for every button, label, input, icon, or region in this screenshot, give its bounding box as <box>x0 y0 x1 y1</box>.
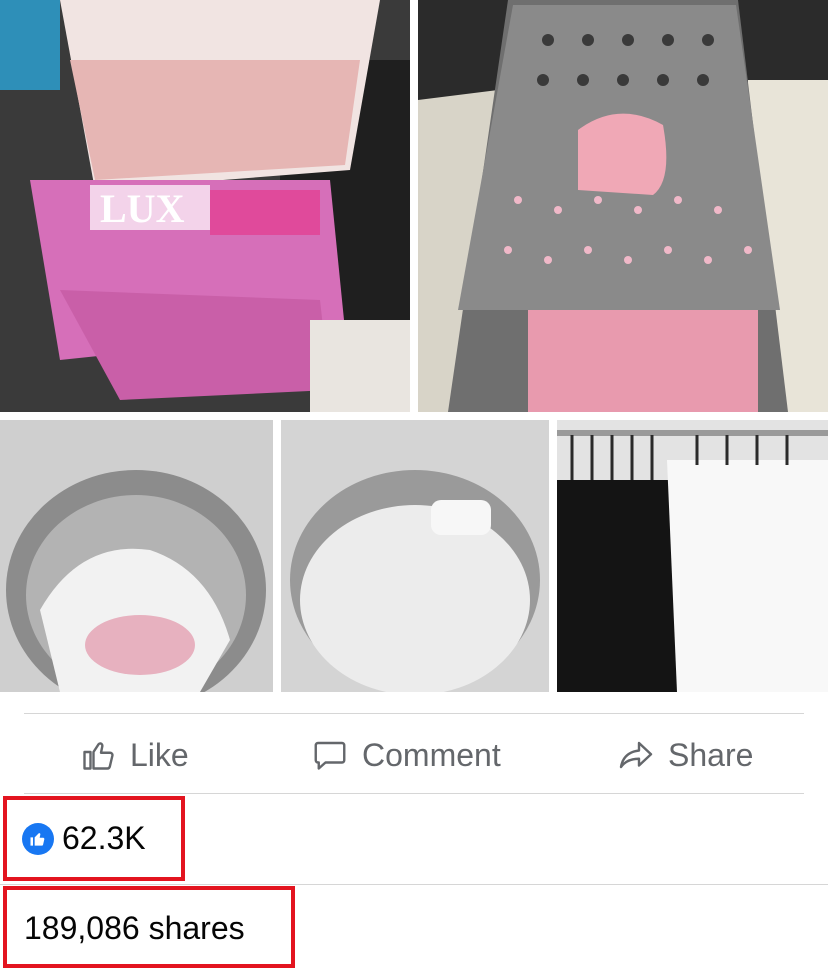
washing-machine-clothes-icon <box>0 420 273 692</box>
like-label: Like <box>130 736 189 773</box>
grater-icon <box>418 0 828 412</box>
like-button[interactable]: Like <box>80 730 189 780</box>
share-arrow-icon <box>619 741 653 769</box>
washing-machine-foam-icon <box>281 420 549 692</box>
hanging-shirts-icon <box>557 420 828 692</box>
comment-label: Comment <box>362 736 501 773</box>
comment-bubble-icon <box>314 741 346 770</box>
divider-bottom <box>0 884 828 885</box>
photo-grater[interactable] <box>418 0 828 412</box>
share-button[interactable]: Share <box>618 730 753 780</box>
svg-text:LUX: LUX <box>100 186 185 231</box>
photo-washing-machine-foam[interactable] <box>281 420 549 692</box>
lux-soap-bars-icon: LUX <box>0 0 410 412</box>
comment-button[interactable]: Comment <box>312 730 501 780</box>
thumbs-up-icon <box>83 742 114 770</box>
reaction-highlight-box <box>3 796 185 881</box>
photo-soap-bars[interactable]: LUX <box>0 0 410 412</box>
photo-hanging-shirts[interactable] <box>557 420 828 692</box>
photo-washing-machine-clothes[interactable] <box>0 420 273 692</box>
divider-top <box>24 713 804 714</box>
divider-middle <box>24 793 804 794</box>
share-label: Share <box>668 736 754 773</box>
share-highlight-box <box>3 886 295 968</box>
